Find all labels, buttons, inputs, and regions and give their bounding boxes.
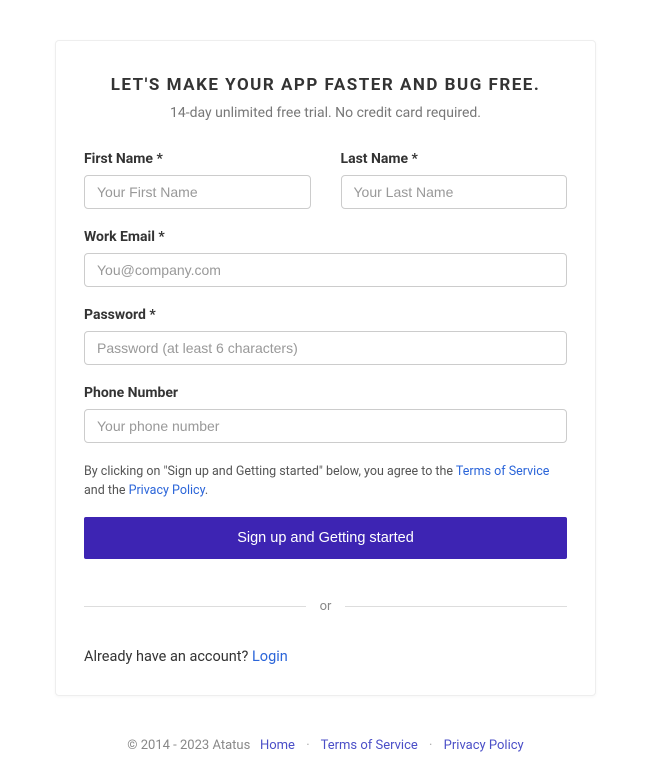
phone-field: Phone Number [84, 385, 567, 443]
footer-sep-2: · [429, 738, 432, 753]
terms-prefix: By clicking on "Sign up and Getting star… [84, 464, 456, 479]
footer-sep-1: · [306, 738, 309, 753]
login-link[interactable]: Login [252, 648, 288, 665]
signup-button[interactable]: Sign up and Getting started [84, 517, 567, 559]
name-row: First Name * Last Name * [84, 151, 567, 229]
email-input[interactable] [84, 253, 567, 287]
footer-home-link[interactable]: Home [260, 738, 295, 753]
footer: © 2014 - 2023 Atatus Home · Terms of Ser… [0, 738, 651, 753]
footer-privacy-link[interactable]: Privacy Policy [444, 738, 524, 753]
login-prompt-text: Already have an account? [84, 648, 252, 665]
password-field: Password * [84, 307, 567, 365]
signup-card: LET'S MAKE YOUR APP FASTER AND BUG FREE.… [55, 40, 596, 696]
first-name-field: First Name * [84, 151, 311, 209]
login-prompt: Already have an account? Login [84, 648, 567, 665]
footer-copyright: © 2014 - 2023 Atatus [127, 738, 250, 753]
terms-of-service-link[interactable]: Terms of Service [456, 464, 549, 479]
phone-label: Phone Number [84, 385, 567, 401]
last-name-field: Last Name * [341, 151, 568, 209]
email-label: Work Email * [84, 229, 567, 245]
first-name-label: First Name * [84, 151, 311, 167]
privacy-policy-link[interactable]: Privacy Policy [129, 483, 205, 498]
divider-line-left [84, 606, 306, 607]
divider-line-right [345, 606, 567, 607]
divider: or [84, 599, 567, 614]
last-name-input[interactable] [341, 175, 568, 209]
password-label: Password * [84, 307, 567, 323]
terms-middle: and the [84, 483, 129, 498]
page-title: LET'S MAKE YOUR APP FASTER AND BUG FREE. [84, 75, 567, 95]
last-name-label: Last Name * [341, 151, 568, 167]
email-field: Work Email * [84, 229, 567, 287]
terms-suffix: . [205, 483, 208, 498]
first-name-input[interactable] [84, 175, 311, 209]
password-input[interactable] [84, 331, 567, 365]
footer-tos-link[interactable]: Terms of Service [321, 738, 418, 753]
phone-input[interactable] [84, 409, 567, 443]
page-subtitle: 14-day unlimited free trial. No credit c… [84, 105, 567, 121]
terms-text: By clicking on "Sign up and Getting star… [84, 463, 567, 501]
divider-label: or [306, 599, 346, 614]
